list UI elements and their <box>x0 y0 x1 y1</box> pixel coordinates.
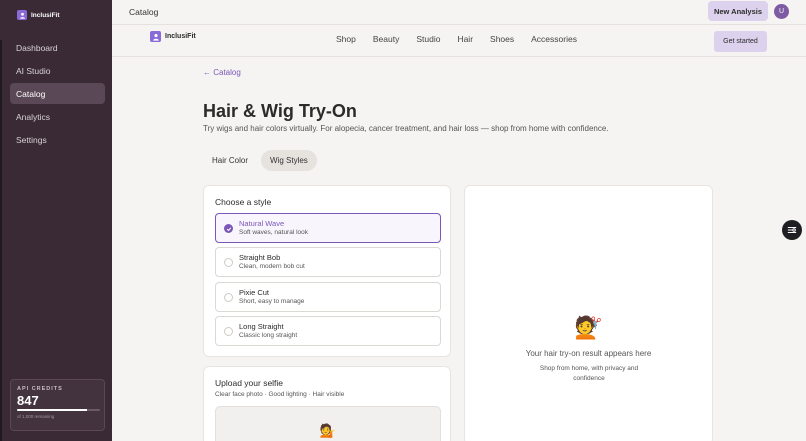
brand-logo-icon <box>17 10 27 20</box>
site-header: InclusiFit Shop Beauty Studio Hair Shoes… <box>112 26 806 57</box>
sidebar-item-ai-studio[interactable]: AI Studio <box>10 60 105 81</box>
sidebar-brand[interactable]: InclusiFit <box>17 10 60 20</box>
site-nav-hair[interactable]: Hair <box>457 34 473 44</box>
site-nav: Shop Beauty Studio Hair Shoes Accessorie… <box>336 34 594 44</box>
style-option-desc: Classic long straight <box>239 332 298 339</box>
back-to-catalog-link[interactable]: ← Catalog <box>203 68 241 77</box>
site-nav-accessories[interactable]: Accessories <box>531 34 577 44</box>
site-nav-beauty[interactable]: Beauty <box>373 34 399 44</box>
api-credits-card: API CREDITS 847 of 1,000 remaining <box>10 379 105 431</box>
style-option-desc: Short, easy to manage <box>239 298 305 305</box>
upload-subtitle: Clear face photo · Good lighting · Hair … <box>215 391 345 398</box>
style-option-straight-bob[interactable]: Straight Bob Clean, modern bob cut <box>215 247 441 277</box>
selfie-dropzone[interactable]: 💁 <box>215 406 441 441</box>
radio-icon <box>224 327 233 336</box>
tab-wig-styles[interactable]: Wig Styles <box>261 150 317 171</box>
upload-panel: Upload your selfie Clear face photo · Go… <box>203 366 451 441</box>
upload-title: Upload your selfie <box>215 378 284 388</box>
credits-progress-bar <box>17 409 100 411</box>
site-brand[interactable]: InclusiFit <box>150 31 196 42</box>
sidebar-edge <box>0 40 2 441</box>
brand-name: InclusiFit <box>31 11 60 19</box>
get-started-button[interactable]: Get started <box>714 31 767 52</box>
site-nav-shop[interactable]: Shop <box>336 34 356 44</box>
style-option-name: Natural Wave <box>239 219 285 228</box>
page-title: Hair & Wig Try-On <box>203 101 357 121</box>
style-option-name: Long Straight <box>239 322 284 331</box>
site-nav-studio[interactable]: Studio <box>416 34 440 44</box>
topbar: Catalog New Analysis U <box>112 0 806 25</box>
result-placeholder-title: Your hair try-on result appears here <box>525 349 652 358</box>
credits-title: API CREDITS <box>17 386 63 392</box>
style-option-long-straight[interactable]: Long Straight Classic long straight <box>215 316 441 346</box>
style-option-name: Pixie Cut <box>239 288 270 297</box>
credits-value: 847 <box>17 393 39 408</box>
sidebar-item-analytics[interactable]: Analytics <box>10 106 105 127</box>
result-panel: 💇 Your hair try-on result appears here S… <box>464 185 713 441</box>
style-panel-heading: Choose a style <box>215 197 272 207</box>
sidebar-item-dashboard[interactable]: Dashboard <box>10 37 105 58</box>
style-option-desc: Soft waves, natural look <box>239 229 309 236</box>
sidebar-item-catalog[interactable]: Catalog <box>10 83 105 104</box>
result-placeholder-subtitle: Shop from home, with privacy and confide… <box>539 365 639 382</box>
person-tipping-hand-icon: 💁 <box>319 423 337 438</box>
page-subtitle: Try wigs and hair colors virtually. For … <box>203 124 609 133</box>
style-option-natural-wave[interactable]: Natural Wave Soft waves, natural look <box>215 213 441 243</box>
style-option-name: Straight Bob <box>239 253 281 262</box>
style-panel: Choose a style Natural Wave Soft waves, … <box>203 185 451 357</box>
style-option-pixie-cut[interactable]: Pixie Cut Short, easy to manage <box>215 282 441 312</box>
radio-checked-icon <box>224 224 233 233</box>
site-logo-icon <box>150 31 161 42</box>
style-option-desc: Clean, modern bob cut <box>239 263 305 270</box>
haircut-icon: 💇 <box>574 315 603 340</box>
page-breadcrumb: Catalog <box>129 7 159 17</box>
radio-icon <box>224 293 233 302</box>
site-brand-name: InclusiFit <box>165 33 196 40</box>
tryon-tabs: Hair Color Wig Styles <box>203 150 317 171</box>
credits-progress-fill <box>17 409 88 411</box>
sidebar-item-settings[interactable]: Settings <box>10 129 105 150</box>
site-nav-shoes[interactable]: Shoes <box>490 34 514 44</box>
credits-remaining: of 1,000 remaining <box>17 414 55 419</box>
sidebar: InclusiFit Dashboard AI Studio Catalog A… <box>0 0 112 441</box>
new-analysis-button[interactable]: New Analysis <box>708 1 768 21</box>
tab-hair-color[interactable]: Hair Color <box>203 150 257 171</box>
avatar[interactable]: U <box>774 4 789 19</box>
radio-icon <box>224 258 233 267</box>
sidebar-nav: Dashboard AI Studio Catalog Analytics Se… <box>10 37 105 152</box>
sliders-icon[interactable] <box>782 220 802 240</box>
